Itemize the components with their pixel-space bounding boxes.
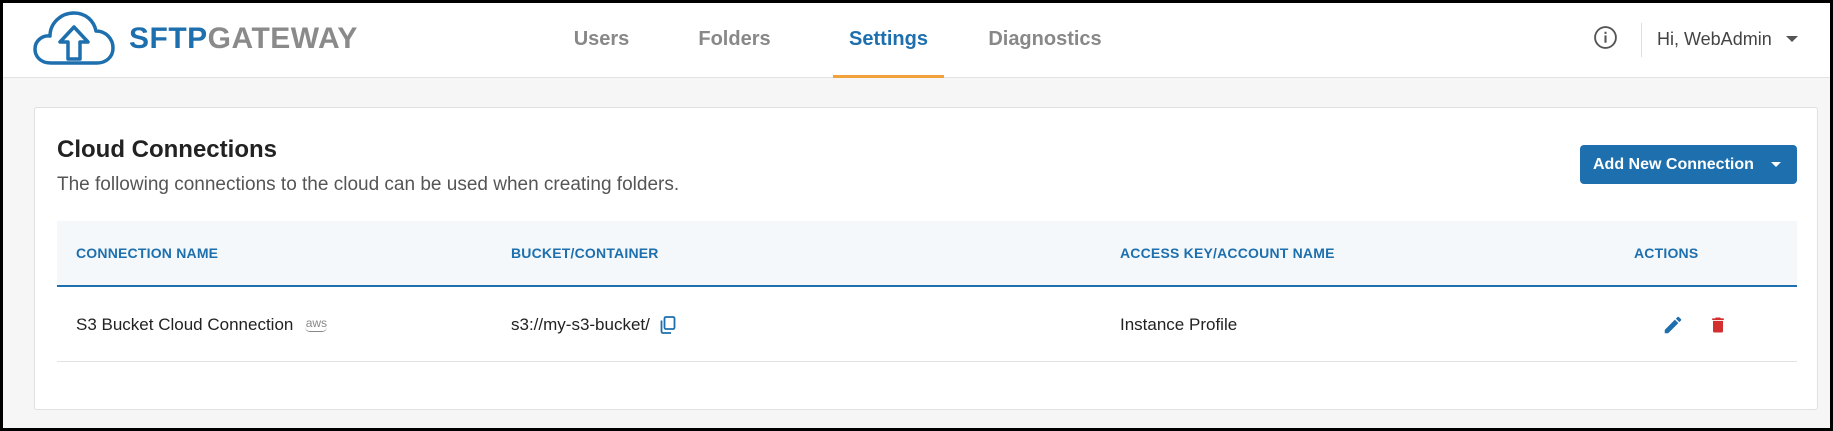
- page-subtitle: The following connections to the cloud c…: [57, 174, 680, 195]
- top-header: SFTPGATEWAY Users Folders Settings Diagn…: [3, 3, 1830, 78]
- logo[interactable]: SFTPGATEWAY: [33, 5, 358, 73]
- chevron-down-icon: [1785, 36, 1798, 42]
- logo-text-sftp: SFTP: [129, 22, 208, 55]
- delete-icon[interactable]: [1708, 314, 1728, 336]
- add-new-connection-button[interactable]: Add New Connection: [1580, 145, 1797, 184]
- nav-diagnostics[interactable]: Diagnostics: [971, 3, 1119, 78]
- table-header: CONNECTION NAME BUCKET/CONTAINER ACCESS …: [57, 221, 1797, 287]
- chevron-down-icon: [1771, 162, 1781, 167]
- cell-connection-name: S3 Bucket Cloud Connection aws: [76, 289, 328, 360]
- logo-text-gateway: GATEWAY: [207, 22, 358, 55]
- column-header-bucket: BUCKET/CONTAINER: [511, 245, 659, 261]
- nav-settings[interactable]: Settings: [833, 3, 944, 78]
- column-header-actions: ACTIONS: [1634, 245, 1699, 261]
- info-icon[interactable]: [1593, 25, 1618, 50]
- user-greeting: Hi, WebAdmin: [1657, 29, 1772, 49]
- table-row: S3 Bucket Cloud Connection aws s3://my-s…: [57, 289, 1797, 362]
- bucket-path: s3://my-s3-bucket/: [511, 315, 650, 334]
- cloud-connections-card: Cloud Connections The following connecti…: [34, 107, 1818, 410]
- user-menu[interactable]: Hi, WebAdmin: [1657, 3, 1798, 75]
- logo-text: SFTPGATEWAY: [129, 22, 358, 56]
- aws-icon: aws: [305, 317, 328, 332]
- column-header-access-key: ACCESS KEY/ACCOUNT NAME: [1120, 245, 1335, 261]
- cell-access-key: Instance Profile: [1120, 315, 1238, 334]
- edit-icon[interactable]: [1662, 314, 1684, 336]
- column-header-connection-name: CONNECTION NAME: [76, 245, 219, 261]
- page-title: Cloud Connections: [57, 136, 277, 163]
- add-new-connection-label: Add New Connection: [1593, 155, 1754, 173]
- header-divider: [1641, 23, 1642, 57]
- nav-users[interactable]: Users: [554, 3, 649, 78]
- connection-name: S3 Bucket Cloud Connection: [76, 315, 294, 334]
- copy-icon[interactable]: [660, 315, 676, 334]
- cloud-upload-icon: [33, 11, 115, 65]
- nav-folders[interactable]: Folders: [681, 3, 788, 78]
- app-window: SFTPGATEWAY Users Folders Settings Diagn…: [3, 3, 1830, 428]
- cell-bucket: s3://my-s3-bucket/: [511, 289, 676, 360]
